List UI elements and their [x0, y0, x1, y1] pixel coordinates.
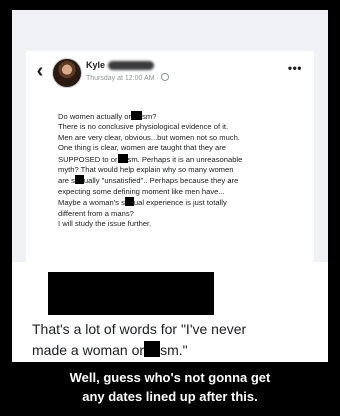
caption-line: any dates lined up after this. — [82, 389, 258, 404]
caption-line: Well, guess who's not gonna get — [69, 370, 271, 385]
name-redaction — [108, 61, 154, 70]
post-body: Do women actually or sm? There is no conc… — [58, 111, 296, 229]
censor-block — [124, 197, 134, 207]
post-line: Maybe a woman's s ual experience is just … — [58, 197, 227, 208]
censor-block — [74, 175, 84, 185]
more-options-icon[interactable]: ••• — [288, 61, 302, 75]
globe-icon — [160, 73, 169, 81]
redacted-commenter-box — [48, 272, 214, 315]
comment-area: That's a lot of words for "I've never ma… — [12, 262, 328, 362]
post-line: Men are very clear, obvious...but women … — [58, 132, 240, 142]
comment-text: That's a lot of words for "I've never ma… — [32, 319, 322, 361]
censor-block — [131, 111, 143, 120]
author-name[interactable]: Kyle — [86, 60, 105, 70]
post-line: different from a mans? — [58, 208, 134, 218]
timestamp-text: Thursday at 12:00 AM · — [86, 75, 159, 82]
post-timestamp: Thursday at 12:00 AM · — [86, 73, 169, 82]
avatar[interactable] — [52, 58, 82, 88]
post-line: SUPPOSED to or sm. Perhaps it is an unrea… — [58, 153, 243, 164]
post-line: There is no conclusive physiological evi… — [58, 122, 229, 132]
post-card: ‹ Kyle Thursday at 12:00 AM · ••• Do wom… — [26, 51, 314, 262]
comment-line: made a woman or sm." — [32, 341, 188, 358]
facebook-screenshot: ‹ Kyle Thursday at 12:00 AM · ••• Do wom… — [12, 10, 328, 362]
post-line: are s ually "unsatisfied".. Perhaps becau… — [58, 175, 239, 186]
post-line: expecting some defining moment like men … — [58, 186, 225, 196]
meme-caption: Well, guess who's not gonna get any date… — [0, 368, 340, 406]
censor-block — [144, 341, 161, 357]
post-header: ‹ Kyle Thursday at 12:00 AM · ••• — [26, 51, 314, 93]
censor-block — [117, 153, 128, 163]
post-line: I will study the issue further. — [58, 219, 152, 229]
back-chevron-icon[interactable]: ‹ — [32, 61, 48, 81]
post-line: myth? That would help explain why so man… — [58, 165, 234, 175]
post-line: Do women actually or sm? — [58, 111, 157, 121]
post-line: One thing is clear, women are taught tha… — [58, 143, 227, 153]
comment-line: That's a lot of words for "I've never — [32, 321, 247, 337]
